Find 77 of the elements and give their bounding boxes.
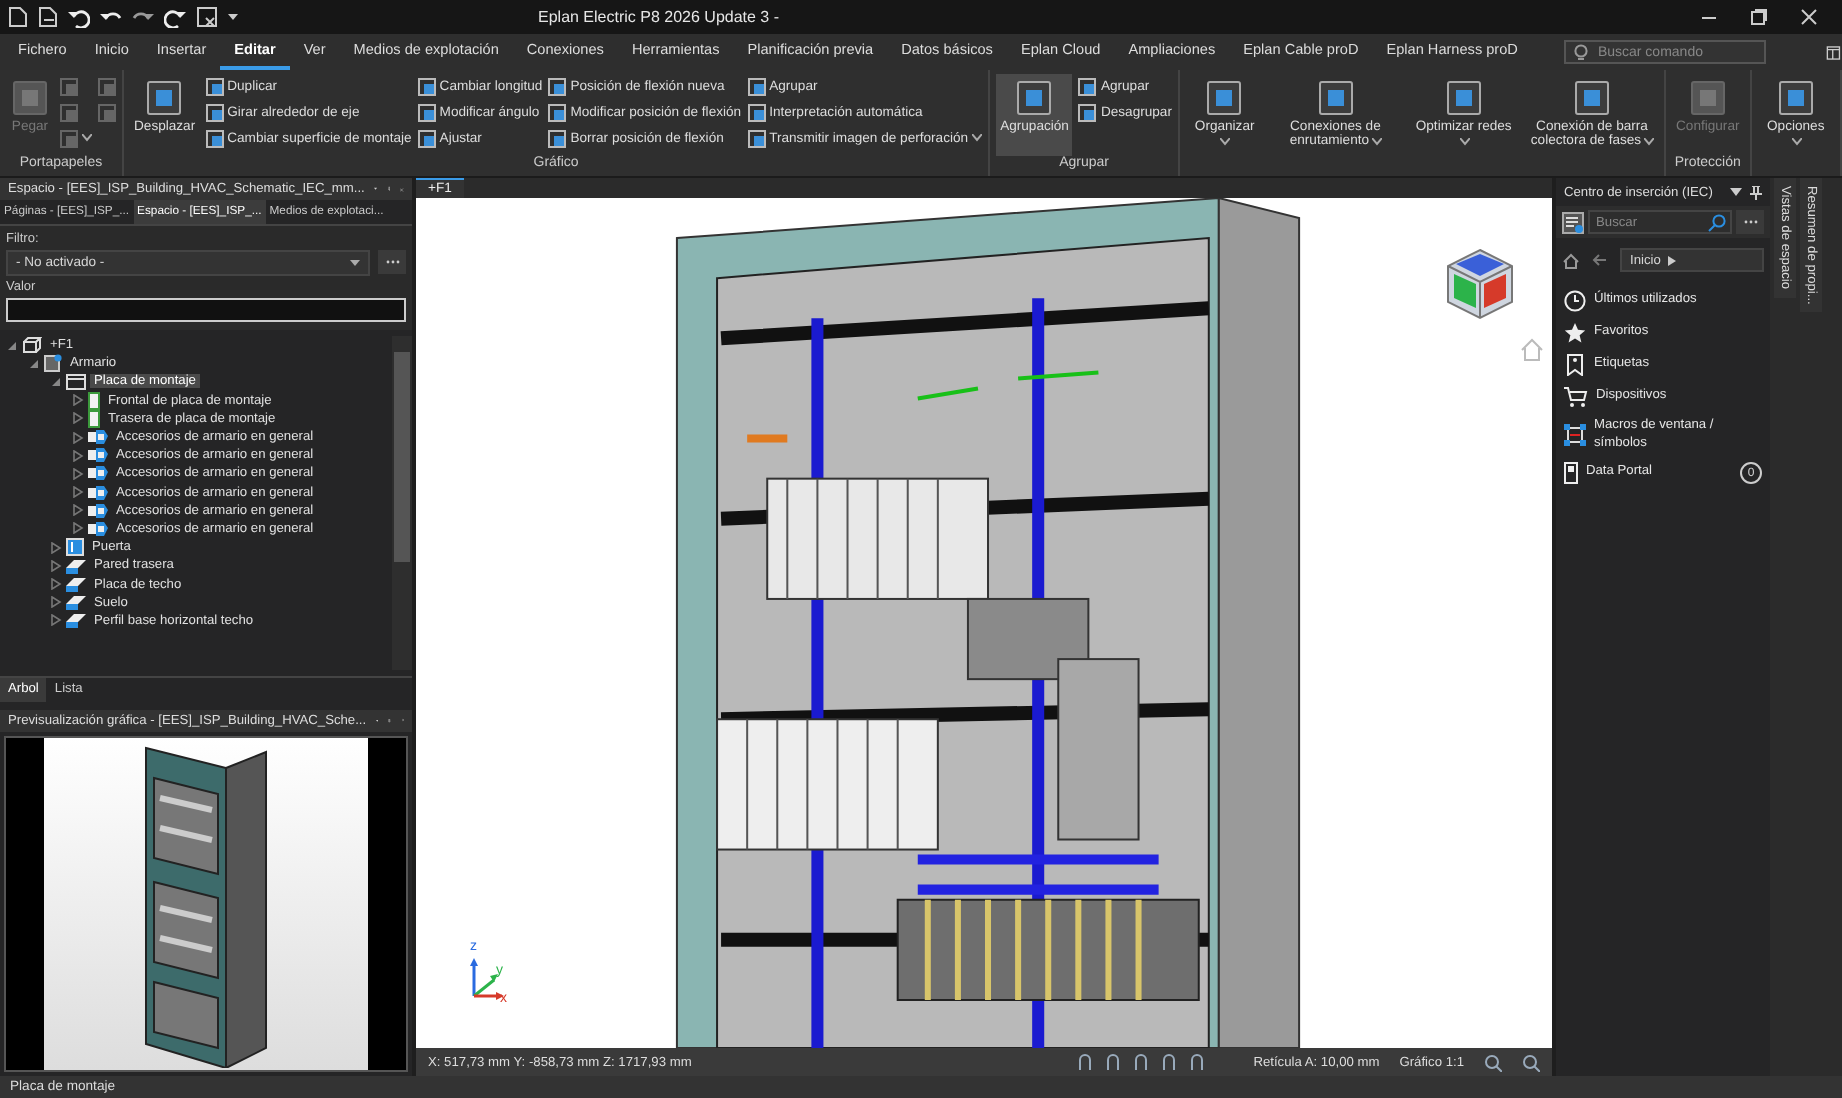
macro-icon [1564,424,1586,447]
back-arrow-icon[interactable] [1592,252,1608,268]
accessory-icon [88,446,108,465]
tool-icon [1014,78,1055,118]
tool-icon [1572,78,1612,118]
close-icon[interactable] [1800,8,1818,26]
catalog-icon[interactable] [1562,211,1584,233]
accessory-icon [88,519,108,538]
caret-icon [1791,137,1802,146]
cube-icon [22,336,42,355]
more-button[interactable] [378,250,406,274]
caret-icon [1371,137,1382,146]
zoom-icon[interactable] [1522,1053,1540,1071]
tool-icon [1443,78,1484,118]
plate-icon [66,373,86,390]
tool-icon [1775,78,1816,118]
expand-arrow-icon[interactable] [72,394,84,407]
more-button[interactable] [1736,210,1764,234]
cart-icon [1564,386,1588,408]
zoom-icon[interactable] [1484,1053,1502,1071]
search-icon [1708,213,1726,231]
tool-icon [144,78,185,118]
window-layout-icon[interactable] [1825,41,1842,63]
tag-icon [1564,354,1586,376]
wall-icon [66,557,86,574]
collapse-arrow-icon[interactable] [50,375,62,388]
expand-arrow-icon[interactable] [50,614,62,627]
home-icon[interactable] [1562,251,1580,269]
tool-icon [10,78,50,118]
expand-arrow-icon[interactable] [50,578,62,591]
tool-icon [1204,78,1245,118]
door-icon [66,538,84,557]
expand-arrow-icon[interactable] [72,486,84,499]
clock-icon [1564,290,1586,312]
caret-icon [1643,137,1654,146]
cabinet-icon [44,354,62,373]
accessory-icon [88,483,108,502]
caret-icon [82,134,92,142]
expand-arrow-icon[interactable] [72,467,84,480]
device-icon [1564,462,1578,485]
tool-icon [1687,78,1728,118]
caret-icon[interactable] [1730,187,1742,197]
lightbulb-icon [1573,43,1588,61]
scrollbar[interactable] [392,336,412,669]
accessory-icon [88,501,108,520]
caret-icon [1459,137,1470,146]
open-page-icon[interactable] [38,6,58,28]
accessory-icon [88,428,108,447]
page-close-icon[interactable] [196,6,218,28]
caret-icon [1220,137,1231,146]
expand-arrow-icon[interactable] [72,449,84,462]
wall-icon [66,612,86,629]
tool-icon [1315,78,1356,118]
expand-arrow-icon[interactable] [50,596,62,609]
wall-icon [66,576,86,593]
expand-arrow-icon[interactable] [50,559,62,572]
collapse-arrow-icon[interactable] [6,339,18,352]
window-title: Eplan Electric P8 2026 Update 3 - [538,8,780,26]
expand-arrow-icon[interactable] [72,504,84,517]
pin-icon[interactable] [1750,185,1762,199]
collapse-arrow-icon[interactable] [28,357,40,370]
wall-icon [66,594,86,611]
accessory-icon [88,464,108,483]
star-icon [1564,322,1586,344]
caret-icon [972,134,983,142]
restore-icon[interactable] [1750,8,1768,26]
redo-icon[interactable] [164,6,186,28]
value-field[interactable] [6,298,406,322]
caret-icon [350,259,360,267]
caret-icon[interactable] [228,13,238,21]
expand-arrow-icon[interactable] [72,522,84,535]
expand-arrow-icon[interactable] [72,431,84,444]
undo-icon[interactable] [68,6,90,28]
new-page-icon[interactable] [8,6,28,28]
expand-arrow-icon[interactable] [72,412,84,425]
expand-arrow-icon[interactable] [50,541,62,554]
caret-right-icon [1668,255,1677,265]
